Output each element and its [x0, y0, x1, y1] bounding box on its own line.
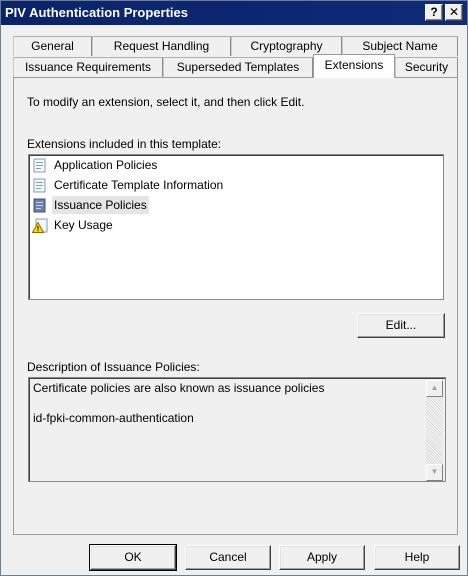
apply-button[interactable]: Apply — [279, 545, 365, 570]
close-title-button[interactable]: ✕ — [445, 4, 463, 21]
tab-request-handling[interactable]: Request Handling — [92, 36, 231, 56]
tab-issuance-requirements[interactable]: Issuance Requirements — [13, 57, 163, 77]
tab-extensions[interactable]: Extensions — [313, 54, 395, 78]
extension-doc-icon — [33, 158, 46, 173]
cancel-button[interactable]: Cancel — [185, 545, 271, 570]
list-item-label: Issuance Policies — [52, 196, 149, 214]
title-bar[interactable]: PIV Authentication Properties ? ✕ — [1, 1, 467, 25]
list-item-label: Certificate Template Information — [54, 178, 224, 192]
help-button[interactable]: Help — [374, 545, 460, 570]
ok-button[interactable]: OK — [89, 544, 177, 571]
extensions-listbox[interactable]: Application Policies Certificate Templat… — [28, 154, 444, 300]
tab-cryptography[interactable]: Cryptography — [231, 36, 342, 56]
properties-dialog: PIV Authentication Properties ? ✕ Genera… — [0, 0, 468, 576]
description-line: Certificate policies are also known as i… — [33, 381, 325, 395]
description-textbox[interactable]: Certificate policies are also known as i… — [28, 377, 446, 482]
description-line: id-fpki-common-authentication — [33, 411, 194, 425]
instruction-text: To modify an extension, select it, and t… — [27, 95, 305, 109]
description-scrollbar[interactable]: ▲ ▼ — [426, 380, 443, 481]
list-item-label: Application Policies — [54, 158, 158, 172]
scroll-down-icon[interactable]: ▼ — [426, 464, 443, 481]
description-label: Description of Issuance Policies: — [27, 360, 200, 374]
scroll-up-icon[interactable]: ▲ — [426, 380, 443, 397]
tab-general[interactable]: General — [13, 36, 92, 56]
extensions-panel: To modify an extension, select it, and t… — [13, 77, 458, 535]
edit-button[interactable]: Edit... — [357, 313, 445, 338]
extension-doc-icon — [33, 178, 46, 193]
list-item-label: Key Usage — [54, 218, 113, 232]
extensions-list-label: Extensions included in this template: — [27, 137, 222, 151]
window-title: PIV Authentication Properties — [5, 5, 188, 20]
tab-superseded-templates[interactable]: Superseded Templates — [163, 57, 313, 77]
tab-subject-name[interactable]: Subject Name — [342, 36, 458, 56]
warning-extension-icon — [32, 218, 48, 233]
extension-doc-icon — [33, 198, 46, 213]
help-title-button[interactable]: ? — [425, 4, 443, 21]
tab-security[interactable]: Security — [395, 57, 458, 77]
